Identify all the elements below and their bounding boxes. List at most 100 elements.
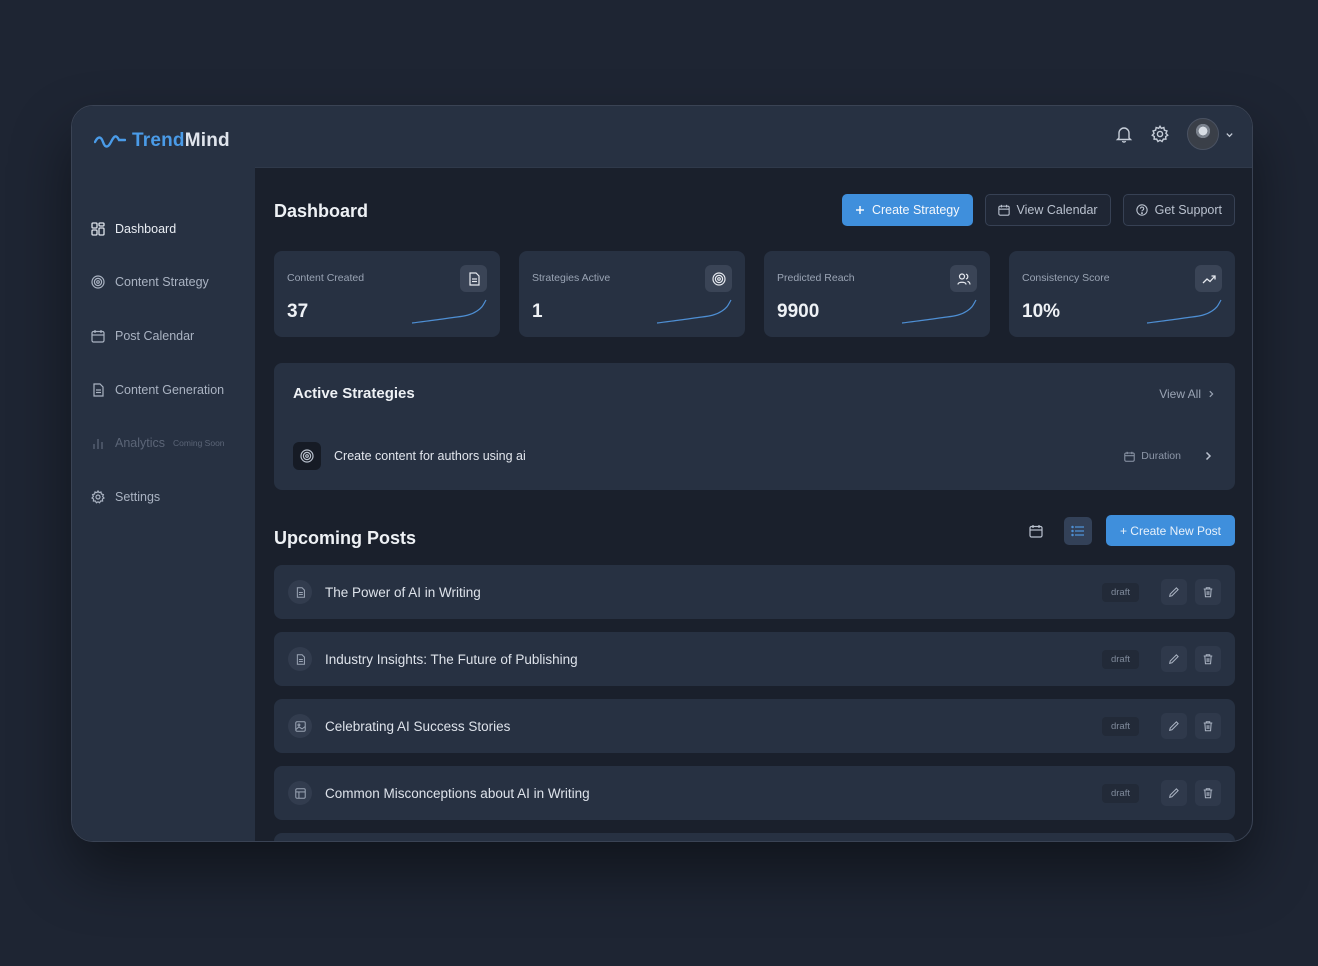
pencil-icon	[1169, 587, 1179, 597]
target-icon	[705, 265, 732, 292]
sparkline	[1146, 299, 1222, 324]
stat-label: Content Created	[287, 272, 365, 284]
chevron-right-icon[interactable]	[1203, 451, 1213, 461]
chevron-right-icon	[1209, 390, 1214, 398]
trash-icon	[1203, 654, 1213, 665]
stat-card-consistency-score[interactable]: Consistency Score 10%	[1009, 251, 1235, 337]
list-item[interactable]: Celebrating AI Success Stories draft	[274, 699, 1235, 753]
edit-button[interactable]	[1161, 579, 1187, 605]
strategy-row[interactable]: Create content for authors using ai Dura…	[293, 442, 1213, 470]
stats-row: Content Created 37 Strategies Active 1 P…	[274, 251, 1235, 337]
pencil-icon	[1169, 721, 1179, 731]
help-circle-icon	[1135, 204, 1148, 216]
stat-value: 9900	[777, 301, 820, 322]
duration-label: Duration	[1141, 450, 1181, 462]
stat-value: 37	[287, 301, 309, 322]
posts-list: The Power of AI in Writing draft Industr…	[274, 565, 1235, 841]
main-content: Dashboard Create Strategy View Calendar …	[255, 168, 1252, 841]
brand-name-part1: Trend	[132, 130, 185, 151]
list-item-partial[interactable]	[274, 833, 1235, 841]
top-bar	[255, 106, 1252, 168]
calendar-icon	[1029, 524, 1043, 538]
strategy-title: Create content for authors using ai	[334, 449, 526, 463]
sidebar-item-label: Content Generation	[115, 382, 225, 397]
stat-label: Strategies Active	[532, 272, 611, 284]
stat-card-predicted-reach[interactable]: Predicted Reach 9900	[764, 251, 990, 337]
list-item[interactable]: Industry Insights: The Future of Publish…	[274, 632, 1235, 686]
calendar-icon	[91, 329, 105, 343]
delete-button[interactable]	[1195, 780, 1221, 806]
create-new-post-button[interactable]: + Create New Post	[1105, 515, 1235, 546]
user-menu[interactable]	[1187, 118, 1234, 150]
post-title: Common Misconceptions about AI in Writin…	[325, 785, 590, 801]
list-item[interactable]: The Power of AI in Writing draft	[274, 565, 1235, 619]
sidebar-item-label: Dashboard	[115, 221, 177, 236]
active-strategies-panel: Active Strategies View All Create conten…	[274, 363, 1235, 490]
status-badge: draft	[1101, 783, 1139, 803]
edit-button[interactable]	[1161, 780, 1187, 806]
section-title: Upcoming Posts	[274, 528, 417, 548]
calendar-icon	[1124, 451, 1136, 462]
list-item[interactable]: Common Misconceptions about AI in Writin…	[274, 766, 1235, 820]
document-icon	[460, 265, 487, 292]
image-icon	[288, 714, 312, 738]
stat-card-strategies-active[interactable]: Strategies Active 1	[519, 251, 745, 337]
sidebar-item-label: Post Calendar	[115, 328, 195, 343]
plus-icon	[855, 206, 864, 214]
edit-button[interactable]	[1161, 713, 1187, 739]
status-badge: draft	[1101, 582, 1139, 602]
calendar-view-toggle[interactable]	[1022, 517, 1050, 545]
header-actions: Create Strategy View Calendar Get Suppor…	[841, 194, 1235, 226]
view-calendar-label: View Calendar	[1016, 203, 1098, 217]
status-badge: draft	[1101, 649, 1139, 669]
gear-icon	[91, 489, 105, 504]
layout-icon	[288, 781, 312, 805]
get-support-button[interactable]: Get Support	[1122, 194, 1235, 226]
create-new-post-label: + Create New Post	[1119, 523, 1221, 538]
sidebar-item-post-calendar[interactable]: Post Calendar	[72, 309, 255, 363]
avatar[interactable]	[1187, 118, 1219, 150]
sparkline	[901, 299, 977, 324]
app-window: TrendMind Dashboard Content Strategy Pos…	[71, 105, 1253, 842]
calendar-icon	[997, 204, 1010, 216]
sidebar-item-label: Analytics	[115, 436, 166, 451]
pencil-icon	[1169, 788, 1179, 798]
stat-label: Predicted Reach	[777, 272, 855, 284]
chevron-down-icon	[1226, 132, 1233, 137]
list-icon	[1071, 525, 1084, 536]
edit-button[interactable]	[1161, 646, 1187, 672]
target-icon	[293, 442, 321, 470]
post-title: The Power of AI in Writing	[325, 584, 481, 600]
sidebar-item-settings[interactable]: Settings	[72, 470, 255, 524]
sidebar-nav: Dashboard Content Strategy Post Calendar…	[72, 202, 255, 524]
brand-logo[interactable]: TrendMind	[94, 130, 230, 152]
settings-gear-icon[interactable]	[1151, 125, 1169, 143]
target-icon	[91, 275, 105, 289]
view-all-label: View All	[1159, 387, 1201, 401]
sparkline	[656, 299, 732, 324]
stat-value: 10%	[1022, 301, 1061, 322]
strategy-duration: Duration	[1124, 450, 1181, 462]
sidebar-item-label: Content Strategy	[115, 275, 209, 290]
upcoming-actions: + Create New Post	[1022, 515, 1235, 546]
bell-icon[interactable]	[1115, 125, 1133, 143]
stat-value: 1	[532, 301, 543, 322]
delete-button[interactable]	[1195, 646, 1221, 672]
view-all-link[interactable]: View All	[1159, 387, 1215, 401]
sidebar-item-analytics: Analytics Coming Soon	[72, 416, 255, 470]
create-strategy-label: Create Strategy	[871, 203, 960, 217]
delete-button[interactable]	[1195, 713, 1221, 739]
sidebar-item-content-generation[interactable]: Content Generation	[72, 363, 255, 417]
stat-card-content-created[interactable]: Content Created 37	[274, 251, 500, 337]
section-title: Active Strategies	[293, 385, 415, 402]
coming-soon-badge: Coming Soon	[173, 438, 225, 449]
sidebar-item-content-strategy[interactable]: Content Strategy	[72, 256, 255, 310]
get-support-label: Get Support	[1154, 203, 1222, 217]
create-strategy-button[interactable]: Create Strategy	[841, 194, 973, 226]
list-view-toggle[interactable]	[1063, 516, 1092, 545]
view-calendar-button[interactable]: View Calendar	[984, 194, 1111, 226]
page-title: Dashboard	[274, 201, 369, 221]
sidebar-item-dashboard[interactable]: Dashboard	[72, 202, 255, 256]
delete-button[interactable]	[1195, 579, 1221, 605]
document-icon	[288, 647, 312, 671]
